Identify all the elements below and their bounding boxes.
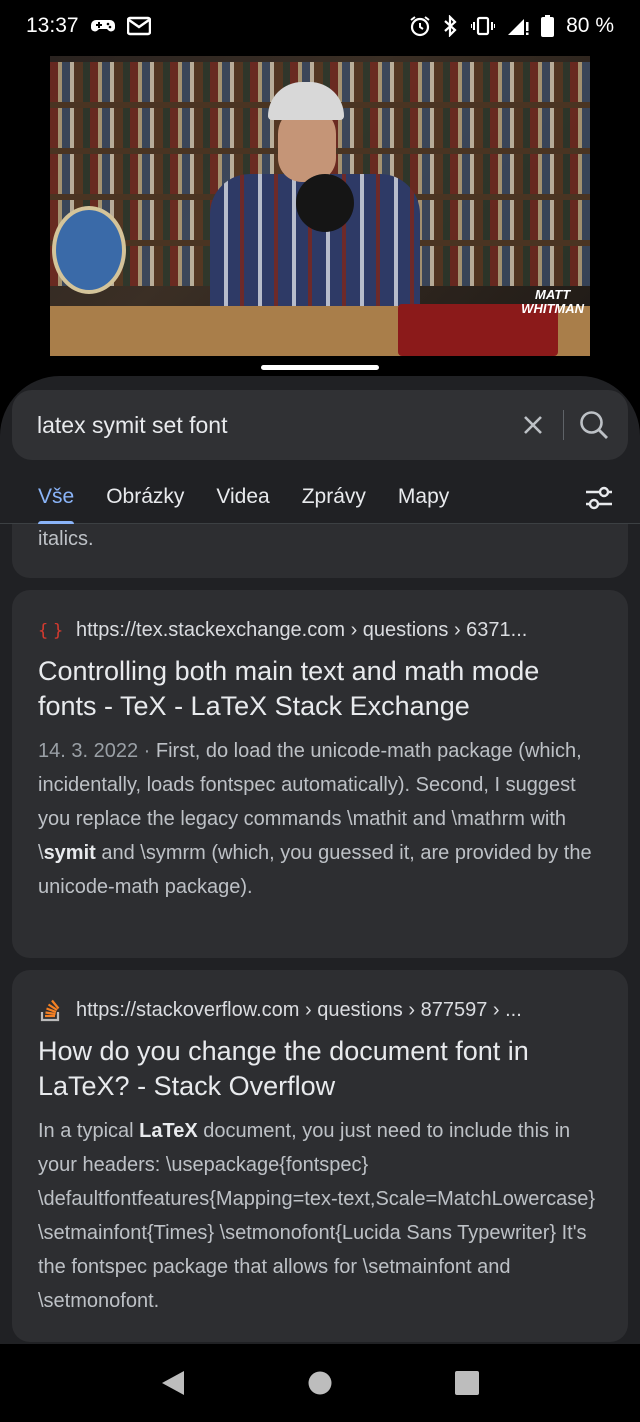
bluetooth-icon bbox=[443, 15, 459, 37]
status-bar: 13:37 80 % bbox=[0, 0, 640, 52]
result-source[interactable]: {} https://tex.stackexchange.com › quest… bbox=[38, 618, 602, 642]
vibrate-icon bbox=[471, 16, 496, 36]
snippet-text: document, you just need to include this … bbox=[38, 1120, 596, 1312]
search-result[interactable]: https://stackoverflow.com › questions › … bbox=[12, 970, 628, 1342]
tab-news[interactable]: Zprávy bbox=[302, 470, 366, 524]
tab-maps[interactable]: Mapy bbox=[398, 470, 449, 524]
filter-sliders-icon bbox=[586, 486, 612, 510]
result-date: 14. 3. 2022 bbox=[38, 740, 139, 762]
search-divider bbox=[563, 410, 564, 440]
result-url: https://tex.stackexchange.com › question… bbox=[76, 618, 528, 641]
watermark-line2: WHITMAN bbox=[521, 301, 584, 316]
snippet-text: In a typical bbox=[38, 1120, 140, 1142]
snippet-highlight: LaTeX bbox=[139, 1120, 198, 1142]
search-tabs: Vše Obrázky Videa Zprávy Mapy bbox=[0, 470, 640, 525]
tab-all[interactable]: Vše bbox=[38, 470, 75, 525]
video-frame[interactable]: MATT WHITMAN bbox=[50, 56, 590, 356]
result-snippet: 14. 3. 2022 · First, do load the unicode… bbox=[38, 734, 602, 904]
nav-back-button[interactable] bbox=[153, 1363, 193, 1403]
status-right: 80 % bbox=[409, 14, 614, 38]
search-tools-button[interactable] bbox=[584, 484, 614, 512]
status-time: 13:37 bbox=[26, 14, 79, 37]
search-button[interactable] bbox=[574, 405, 614, 445]
tab-videos[interactable]: Videa bbox=[216, 470, 269, 524]
signal-icon bbox=[507, 16, 529, 36]
drag-handle[interactable] bbox=[261, 365, 379, 370]
decorative-badge bbox=[52, 206, 126, 294]
video-player[interactable]: MATT WHITMAN bbox=[0, 52, 640, 362]
battery-percent: 80 % bbox=[566, 14, 614, 37]
tab-images[interactable]: Obrázky bbox=[106, 470, 184, 524]
clear-search-button[interactable] bbox=[513, 405, 553, 445]
snippet-text: and \symrm (which, you guessed it, are p… bbox=[38, 842, 592, 898]
search-results-sheet: latex symit set font Vše Obrázky Videa Z… bbox=[0, 376, 640, 1344]
result-title[interactable]: Controlling both main text and math mode… bbox=[38, 654, 602, 724]
search-result[interactable]: {} https://tex.stackexchange.com › quest… bbox=[12, 590, 628, 958]
svg-text:}: } bbox=[53, 621, 63, 641]
stackexchange-tex-icon: {} bbox=[38, 618, 64, 642]
video-watermark: MATT WHITMAN bbox=[521, 288, 584, 316]
watermark-line1: MATT bbox=[535, 287, 571, 302]
stackoverflow-icon bbox=[38, 998, 64, 1022]
alarm-icon bbox=[409, 15, 431, 37]
microphone bbox=[296, 174, 354, 232]
previous-result-tail: italics. bbox=[38, 528, 94, 550]
battery-icon bbox=[541, 15, 555, 37]
status-left: 13:37 bbox=[26, 14, 151, 38]
mail-icon bbox=[126, 16, 151, 36]
snippet-highlight: symit bbox=[43, 842, 96, 864]
result-source[interactable]: https://stackoverflow.com › questions › … bbox=[38, 998, 602, 1022]
search-bar[interactable]: latex symit set font bbox=[12, 390, 628, 460]
game-controller-icon bbox=[90, 17, 115, 35]
home-icon bbox=[308, 1371, 332, 1395]
close-icon bbox=[524, 416, 542, 434]
result-title[interactable]: How do you change the document font in L… bbox=[38, 1034, 602, 1104]
nav-recents-button[interactable] bbox=[447, 1363, 487, 1403]
search-icon bbox=[580, 411, 608, 439]
result-url: https://stackoverflow.com › questions › … bbox=[76, 998, 522, 1021]
previous-result-card[interactable]: italics. bbox=[12, 524, 628, 578]
recents-icon bbox=[454, 1371, 479, 1395]
result-snippet: In a typical LaTeX document, you just ne… bbox=[38, 1114, 602, 1318]
date-separator: · bbox=[138, 740, 156, 762]
back-icon bbox=[162, 1371, 185, 1395]
svg-text:{: { bbox=[38, 621, 48, 641]
nav-home-button[interactable] bbox=[300, 1363, 340, 1403]
system-nav-bar bbox=[0, 1344, 640, 1422]
search-input[interactable]: latex symit set font bbox=[37, 412, 513, 439]
